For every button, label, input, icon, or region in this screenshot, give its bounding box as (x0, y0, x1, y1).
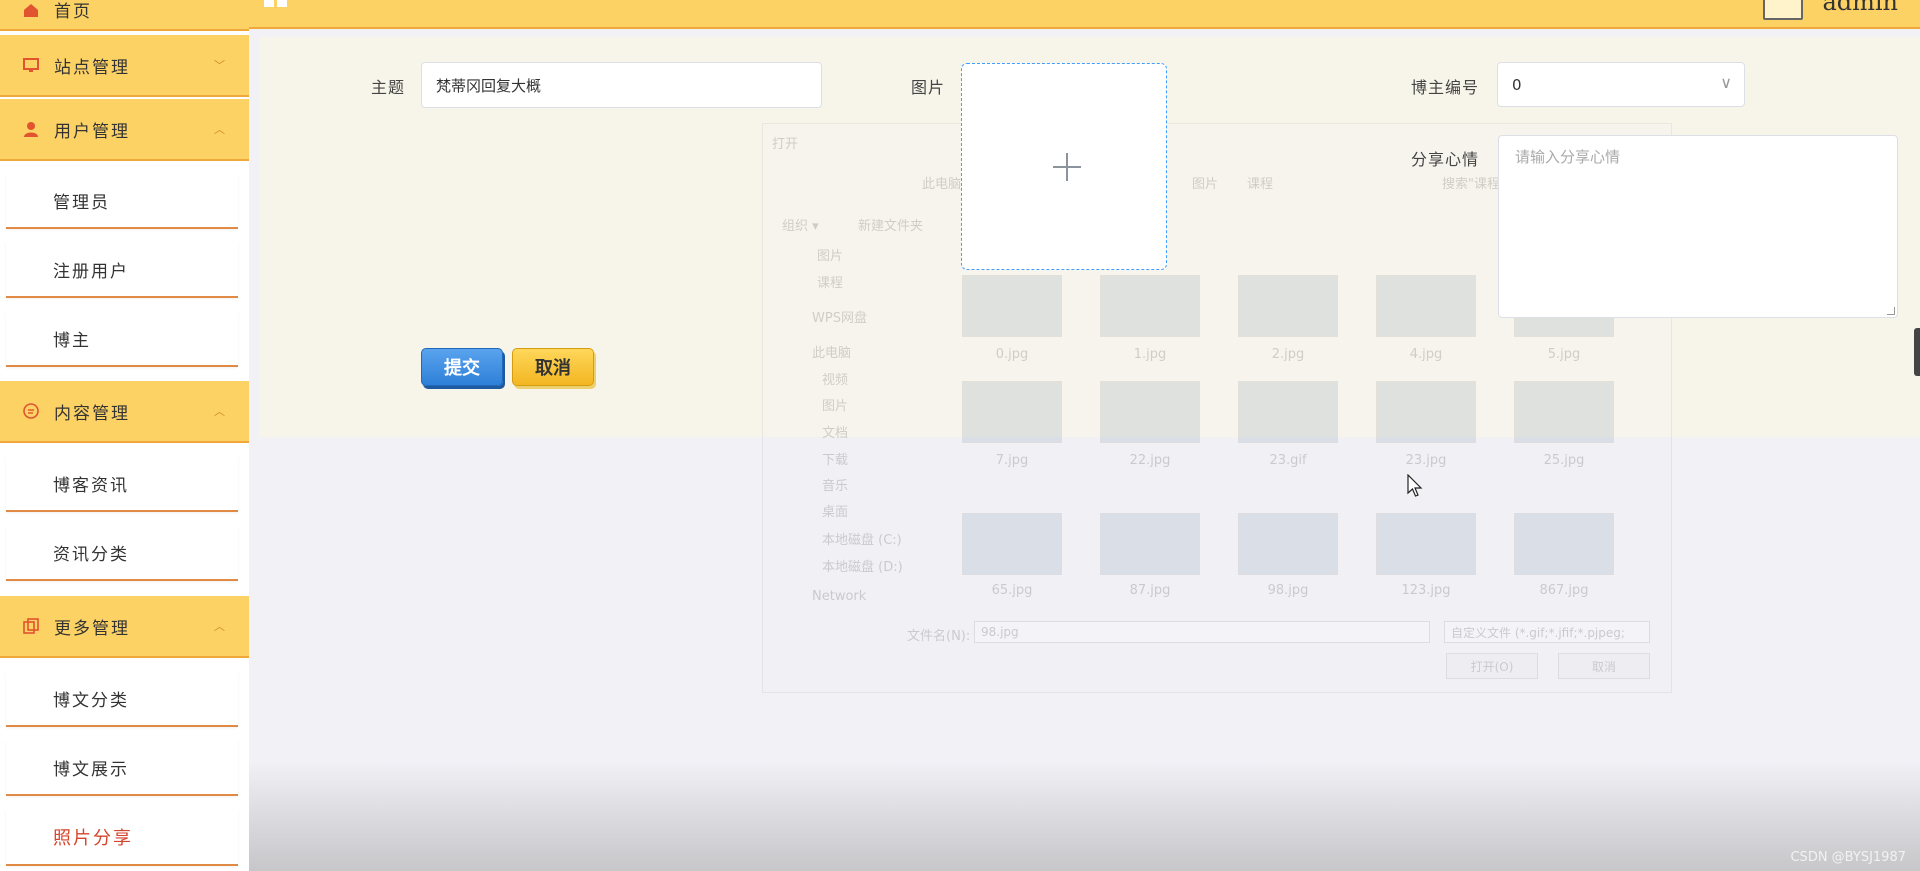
blogger-no-select[interactable]: 0 ∨ (1497, 62, 1745, 107)
home-icon (24, 3, 38, 17)
image-upload-box[interactable] (961, 63, 1167, 270)
sidebar-item-blogger[interactable]: 博主 (6, 311, 238, 367)
file-name: 65.jpg (991, 583, 1033, 598)
bottom-shade (249, 760, 1920, 871)
chevron-down-icon: ﹀ (214, 59, 225, 72)
chevron-up-icon: ︿ (214, 123, 225, 136)
sidebar-item-registered-users[interactable]: 注册用户 (6, 242, 238, 298)
blogger-no-label: 博主编号 (1411, 78, 1480, 97)
cursor-icon (1407, 474, 1423, 497)
file-name: 123.jpg (1401, 583, 1451, 598)
copy-icon (23, 618, 39, 634)
file-name: 867.jpg (1539, 583, 1589, 598)
file-thumbnail (1100, 513, 1200, 575)
file-thumbnail (1514, 513, 1614, 575)
image-label: 图片 (911, 78, 946, 97)
sidebar-section-more[interactable]: 更多管理 ︿ (0, 596, 249, 658)
sidebar-section-label: 用户管理 (54, 121, 130, 142)
file-name: 7.jpg (995, 453, 1029, 468)
file-thumbnail (1238, 513, 1338, 575)
dialog-cancel-button: 取消 (1558, 653, 1650, 679)
blogger-no-value: 0 (1512, 75, 1522, 94)
file-thumbnail (1376, 513, 1476, 575)
chevron-down-icon: ∨ (1720, 73, 1732, 92)
username[interactable]: admin (1822, 0, 1898, 16)
dialog-nav-12: Network (812, 589, 867, 604)
sidebar-section-site[interactable]: 站点管理 ﹀ (0, 35, 249, 97)
sidebar: 首页 站点管理 ﹀ 用户管理 ︿ 管理员 注册用户 博主 内容管理 ︿ 博客资讯… (0, 0, 249, 871)
message-icon (23, 403, 39, 419)
sidebar-item-label: 首页 (54, 2, 92, 22)
sidebar-section-user[interactable]: 用户管理 ︿ (0, 99, 249, 161)
chevron-up-icon: ︿ (214, 620, 225, 633)
plus-icon (1066, 153, 1068, 181)
chevron-up-icon: ︿ (214, 405, 225, 418)
file-name: 87.jpg (1129, 583, 1171, 598)
sidebar-item-news-category[interactable]: 资讯分类 (6, 525, 238, 581)
sidebar-section-label: 更多管理 (54, 618, 130, 639)
sidebar-item-blog-news[interactable]: 博客资讯 (6, 456, 238, 512)
mood-textarea[interactable]: 请输入分享心情 (1498, 135, 1898, 318)
mood-label: 分享心情 (1411, 150, 1480, 169)
sidebar-section-label: 站点管理 (54, 57, 130, 78)
dialog-open-button: 打开(O) (1446, 653, 1538, 679)
user-icon (24, 122, 38, 137)
submit-button[interactable]: 提交 (421, 348, 503, 386)
file-name: 22.jpg (1129, 453, 1171, 468)
dialog-filename-input: 98.jpg (974, 621, 1430, 643)
subject-label: 主题 (371, 78, 406, 97)
file-name: 23.gif (1269, 453, 1307, 468)
file-name: 23.jpg (1405, 453, 1447, 468)
sidebar-item-post-display[interactable]: 博文展示 (6, 740, 238, 796)
file-name: 25.jpg (1543, 453, 1585, 468)
side-handle[interactable] (1914, 328, 1920, 376)
dialog-filter-select: 自定义文件 (*.gif;*.jfif;*.pjpeg; (1444, 621, 1650, 643)
menu-toggle-icon[interactable] (264, 0, 288, 9)
file-thumbnail (962, 513, 1062, 575)
dialog-nav-7: 下载 (822, 453, 849, 468)
sidebar-section-label: 内容管理 (54, 403, 130, 424)
file-name: 98.jpg (1267, 583, 1309, 598)
subject-input[interactable]: 梵蒂冈回复大概 (421, 62, 822, 108)
monitor-icon (23, 58, 39, 72)
dialog-nav-8: 音乐 (822, 479, 849, 494)
topbar: admin (249, 0, 1920, 29)
avatar[interactable] (1763, 0, 1803, 20)
cancel-button[interactable]: 取消 (512, 348, 594, 386)
dialog-nav-11: 本地磁盘 (D:) (822, 560, 903, 575)
dialog-nav-9: 桌面 (822, 505, 849, 520)
dialog-filename-label: 文件名(N): (907, 629, 971, 644)
dialog-nav-10: 本地磁盘 (C:) (822, 533, 902, 548)
sidebar-section-content[interactable]: 内容管理 ︿ (0, 381, 249, 443)
sidebar-item-photo-share[interactable]: 照片分享 (6, 810, 238, 866)
mood-placeholder: 请输入分享心情 (1515, 148, 1621, 166)
sidebar-item-admin[interactable]: 管理员 (6, 173, 238, 229)
watermark: CSDN @BYSJ1987 (1790, 850, 1906, 865)
sidebar-item-post-category[interactable]: 博文分类 (6, 671, 238, 727)
sidebar-item-home[interactable]: 首页 (0, 0, 249, 31)
resize-grip-icon[interactable] (1887, 307, 1895, 315)
